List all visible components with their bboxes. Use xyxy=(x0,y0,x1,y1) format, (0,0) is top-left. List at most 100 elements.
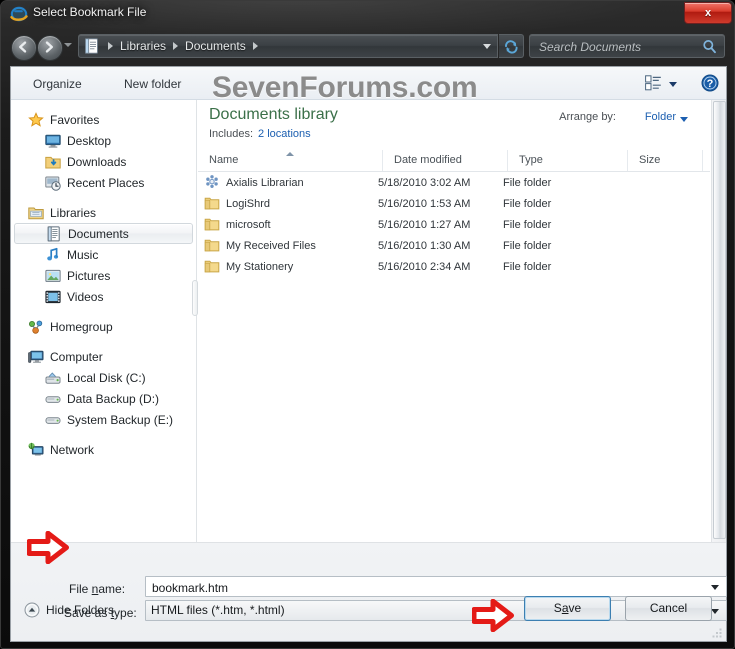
table-row[interactable]: Axialis Librarian 5/18/2010 3:02 AM File… xyxy=(198,172,710,193)
recent-pages-button[interactable] xyxy=(64,43,72,47)
internet-explorer-icon xyxy=(10,5,28,23)
sidebar-item-downloads[interactable]: Downloads xyxy=(11,151,196,172)
column-label: Name xyxy=(209,154,239,166)
arrange-by-value[interactable]: Folder xyxy=(645,111,676,123)
search-input[interactable] xyxy=(537,37,701,57)
file-name: Axialis Librarian xyxy=(226,176,304,189)
search-icon[interactable] xyxy=(702,39,717,57)
sidebar-item-pictures[interactable]: Pictures xyxy=(11,265,196,286)
sidebar-item-local-disk-c[interactable]: Local Disk (C:) xyxy=(11,367,196,388)
new-folder-button[interactable]: New folder xyxy=(118,74,187,94)
sidebar-item-music[interactable]: Music xyxy=(11,244,196,265)
sidebar-label: Computer xyxy=(50,349,103,364)
chevron-down-icon[interactable] xyxy=(711,609,719,614)
breadcrumb: Libraries Documents xyxy=(103,35,263,57)
file-list-scrollbar[interactable] xyxy=(711,100,726,542)
file-name-input[interactable] xyxy=(150,578,699,597)
file-name: microsoft xyxy=(226,218,271,231)
sidebar-group-homegroup: Homegroup xyxy=(11,316,196,337)
column-header-type[interactable]: Type xyxy=(508,150,628,171)
column-header-row: Name Date modified Type Size xyxy=(198,150,710,172)
navigation-pane: Favorites Desktop Downloads Recent Place… xyxy=(11,100,197,542)
sidebar-item-system-backup-e[interactable]: System Backup (E:) xyxy=(11,409,196,430)
save-as-type-value: HTML files (*.htm, *.html) xyxy=(151,603,285,617)
save-label-pre: S xyxy=(553,601,562,615)
hide-folders-button[interactable]: Hide Folders xyxy=(24,601,114,619)
sidebar-item-recent-places[interactable]: Recent Places xyxy=(11,172,196,193)
sidebar-label: Videos xyxy=(67,289,104,304)
table-row[interactable]: My Received Files 5/16/2010 1:30 AM File… xyxy=(198,235,710,256)
view-options-dropdown[interactable] xyxy=(669,82,677,87)
file-name-combo[interactable] xyxy=(145,576,727,597)
close-button[interactable]: x xyxy=(684,2,732,24)
sidebar-label: Local Disk (C:) xyxy=(67,370,146,385)
address-dropdown-button[interactable] xyxy=(483,44,491,49)
sidebar-label: Documents xyxy=(68,226,129,241)
sidebar-label: Desktop xyxy=(67,133,112,148)
search-box[interactable] xyxy=(529,34,725,58)
includes-label: Includes: xyxy=(209,128,254,140)
sidebar-label: Libraries xyxy=(50,205,97,220)
file-date: 5/16/2010 1:27 AM xyxy=(378,218,471,231)
sidebar-group-favorites: Favorites Desktop Downloads Recent Place… xyxy=(11,109,196,193)
view-list-icon[interactable] xyxy=(645,75,662,94)
table-row[interactable]: My Stationery 5/16/2010 2:34 AM File fol… xyxy=(198,256,710,277)
address-bar[interactable]: Libraries Documents xyxy=(78,34,498,58)
file-type: File folder xyxy=(503,197,552,210)
sidebar-item-computer[interactable]: Computer xyxy=(11,346,196,367)
pictures-library-icon xyxy=(45,268,61,284)
local-disk-icon xyxy=(45,370,61,386)
table-row[interactable]: microsoft 5/16/2010 1:27 AM File folder xyxy=(198,214,710,235)
documents-library-icon xyxy=(46,225,62,242)
breadcrumb-item-documents[interactable]: Documents xyxy=(183,39,248,53)
back-button[interactable] xyxy=(11,35,37,61)
forward-button[interactable] xyxy=(37,35,63,61)
file-name: My Received Files xyxy=(226,239,316,252)
sidebar-item-data-backup-d[interactable]: Data Backup (D:) xyxy=(11,388,196,409)
sidebar-item-favorites[interactable]: Favorites xyxy=(11,109,196,130)
sidebar-item-network[interactable]: Network xyxy=(11,439,196,460)
network-icon xyxy=(28,442,44,458)
sidebar-label: Homegroup xyxy=(50,319,113,334)
hide-folders-label: Hide Folders xyxy=(46,603,115,617)
sidebar-item-libraries[interactable]: Libraries xyxy=(11,202,196,223)
sidebar-item-desktop[interactable]: Desktop xyxy=(11,130,196,151)
chevron-down-icon[interactable] xyxy=(711,585,719,590)
save-label-post: ve xyxy=(568,601,582,615)
computer-icon xyxy=(28,349,44,365)
file-name: LogiShrd xyxy=(226,197,271,210)
column-header-date-modified[interactable]: Date modified xyxy=(383,150,508,171)
table-row[interactable]: LogiShrd 5/16/2010 1:53 AM File folder xyxy=(198,193,710,214)
breadcrumb-item-libraries[interactable]: Libraries xyxy=(118,39,168,53)
desktop-icon xyxy=(45,133,61,149)
chevron-down-icon[interactable] xyxy=(680,117,688,122)
scrollbar-thumb[interactable] xyxy=(713,101,726,539)
sidebar-item-homegroup[interactable]: Homegroup xyxy=(11,316,196,337)
dialog-window: Select Bookmark File x Libraries Documen… xyxy=(0,0,735,649)
pane-splitter[interactable] xyxy=(192,280,198,316)
cancel-button[interactable]: Cancel xyxy=(625,596,712,621)
column-header-size[interactable]: Size xyxy=(628,150,703,171)
file-date: 5/18/2010 3:02 AM xyxy=(378,176,471,189)
resize-grip-icon[interactable] xyxy=(711,627,723,639)
command-toolbar: Organize New folder ? xyxy=(11,67,726,100)
sidebar-label: Favorites xyxy=(50,112,100,127)
save-button[interactable]: Save xyxy=(524,596,611,621)
sidebar-group-computer: Computer Local Disk (C:) Data Backup (D:… xyxy=(11,346,196,430)
file-name-label-post: ame: xyxy=(98,582,126,596)
file-name-label-pre: File xyxy=(69,582,92,596)
star-icon xyxy=(28,111,44,128)
dialog-client-area: Organize New folder ? SevenForums.com Fa… xyxy=(10,66,727,642)
sidebar-item-documents[interactable]: Documents xyxy=(14,223,193,244)
organize-button[interactable]: Organize xyxy=(27,74,101,94)
videos-library-icon xyxy=(45,289,61,305)
title-bar: Select Bookmark File x xyxy=(1,1,735,29)
column-header-name[interactable]: Name xyxy=(198,150,383,171)
organize-label: Organize xyxy=(33,77,82,91)
includes-locations-link[interactable]: 2 locations xyxy=(258,128,311,140)
sidebar-item-videos[interactable]: Videos xyxy=(11,286,196,307)
library-header: Documents library Includes: 2 locations A… xyxy=(198,100,710,150)
refresh-button[interactable] xyxy=(499,34,524,58)
sidebar-group-libraries: Libraries Documents Music Pictures Video… xyxy=(11,202,196,307)
help-icon[interactable]: ? xyxy=(701,74,719,95)
